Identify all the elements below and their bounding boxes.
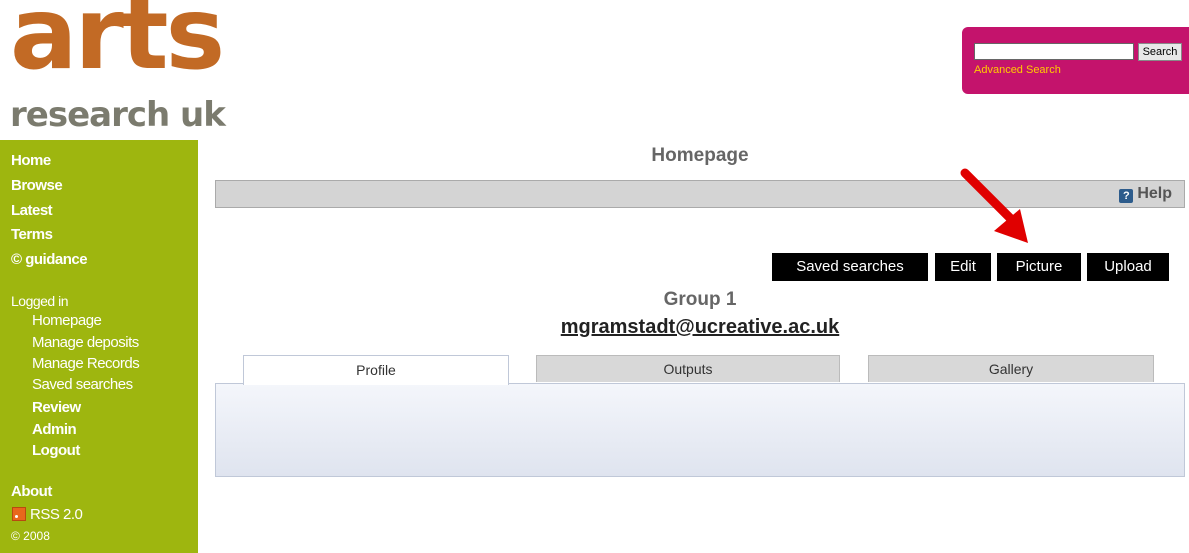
sidebar-link-manage-records[interactable]: Manage Records [32,355,140,372]
sidebar: Home Browse Latest Terms © guidance Logg… [0,140,198,553]
help-label: Help [1137,185,1172,202]
search-panel: Search Advanced Search [962,27,1189,94]
sidebar-link-browse[interactable]: Browse [11,177,63,194]
help-link[interactable]: ? Help [1119,185,1172,203]
copyright-text: © 2008 [11,529,50,543]
edit-button[interactable]: Edit [935,253,991,281]
sidebar-link-manage-deposits[interactable]: Manage deposits [32,334,139,351]
tab-content-panel [215,383,1185,477]
sidebar-link-terms[interactable]: Terms [11,226,53,243]
sidebar-link-home[interactable]: Home [11,152,51,169]
group-email-link[interactable]: mgramstadt@ucreative.ac.uk [215,316,1185,339]
search-input[interactable] [974,43,1134,60]
logo-wordmark-arts: arts [10,0,225,92]
tab-gallery[interactable]: Gallery [868,355,1154,382]
logo-wordmark-research-uk: research uk [10,95,226,135]
search-button[interactable]: Search [1138,43,1182,61]
sidebar-link-review[interactable]: Review [32,399,81,416]
sidebar-link-latest[interactable]: Latest [11,202,53,219]
help-icon: ? [1119,189,1134,203]
sidebar-link-about[interactable]: About [11,483,52,500]
tab-outputs[interactable]: Outputs [536,355,840,382]
sidebar-link-admin[interactable]: Admin [32,421,77,438]
sidebar-link-saved-searches[interactable]: Saved searches [32,376,133,393]
upload-button[interactable]: Upload [1087,253,1169,281]
picture-button[interactable]: Picture [997,253,1081,281]
red-annotation-arrow-icon [960,168,1028,243]
logged-in-label: Logged in [11,293,69,309]
advanced-search-link[interactable]: Advanced Search [974,64,1061,76]
page-title: Homepage [651,145,749,166]
sidebar-link-homepage[interactable]: Homepage [32,312,102,329]
sidebar-link-rss[interactable]: RSS 2.0 [30,506,83,523]
tab-profile[interactable]: Profile [243,355,509,385]
saved-searches-button[interactable]: Saved searches [772,253,928,281]
sidebar-link-copyright-guidance[interactable]: © guidance [11,251,88,268]
group-name: Group 1 [663,289,737,310]
rss-icon [12,507,26,521]
arts-research-uk-logo[interactable]: arts research uk [8,0,248,136]
sidebar-link-logout[interactable]: Logout [32,442,80,459]
